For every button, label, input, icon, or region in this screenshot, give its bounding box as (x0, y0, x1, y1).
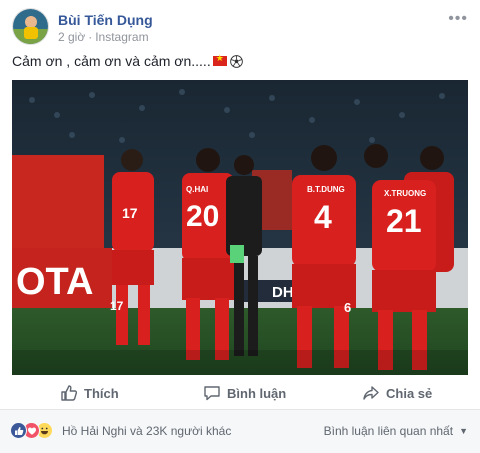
post-caption: Cảm ơn , cảm ơn và cảm ơn..... (12, 53, 211, 69)
share-icon (363, 386, 379, 400)
post-card: Bùi Tiến Dụng 2 giờ · Instagram ••• Cảm ơn… (0, 0, 480, 453)
like-button[interactable]: Thích (60, 384, 119, 402)
reaction-icons[interactable] (10, 422, 53, 439)
post-photo[interactable]: OTA DHB 17 17 Q.HAI 20 B.T.DUNG 4 6 X.TR… (12, 80, 468, 375)
player-number: 17 (122, 205, 138, 221)
team-celebration-image: OTA DHB 17 17 Q.HAI 20 B.T.DUNG 4 6 X.TR… (12, 80, 468, 375)
player-number: 21 (386, 203, 422, 239)
author-name[interactable]: Bùi Tiến Dụng (58, 12, 153, 28)
reactions-summary[interactable]: Hồ Hải Nghi và 23K người khác (62, 424, 231, 438)
soccer-ball-icon (229, 54, 243, 68)
player-number: 6 (344, 300, 351, 315)
share-label: Chia sẻ (386, 385, 433, 401)
player-number: 4 (314, 199, 332, 235)
thumbs-up-icon (61, 385, 78, 401)
player-name: X.TRUONG (384, 189, 426, 198)
share-button[interactable]: Chia sẻ (362, 384, 432, 402)
player-number: 17 (110, 299, 124, 313)
caret-down-icon: ▼ (459, 426, 468, 436)
comment-sort-dropdown[interactable]: Bình luận liên quan nhất ▼ (324, 424, 468, 438)
post-source[interactable]: Instagram (95, 30, 148, 44)
post-header: Bùi Tiến Dụng 2 giờ · Instagram ••• (12, 8, 468, 48)
post-text: Cảm ơn , cảm ơn và cảm ơn..... (12, 53, 243, 69)
post-footer: Hồ Hải Nghi và 23K người khác Bình luận … (0, 410, 480, 453)
post-time[interactable]: 2 giờ (58, 30, 85, 44)
like-label: Thích (84, 385, 119, 401)
player-name: Q.HAI (186, 185, 208, 194)
like-reaction-icon (10, 422, 27, 439)
post-actions: Thích Bình luận Chia sẻ (0, 376, 480, 410)
comment-icon (204, 386, 220, 401)
meta-separator: · (88, 30, 93, 44)
comment-button[interactable]: Bình luận (203, 384, 286, 402)
board-text: OTA (16, 261, 93, 303)
post-meta: 2 giờ · Instagram (58, 30, 149, 44)
vietnam-flag-icon (212, 53, 227, 66)
comment-label: Bình luận (227, 385, 287, 401)
more-options-icon[interactable]: ••• (448, 10, 468, 28)
avatar[interactable] (12, 8, 49, 45)
player-number: 20 (186, 200, 219, 233)
sort-label: Bình luận liên quan nhất (323, 424, 454, 438)
player-name: B.T.DUNG (307, 185, 345, 194)
